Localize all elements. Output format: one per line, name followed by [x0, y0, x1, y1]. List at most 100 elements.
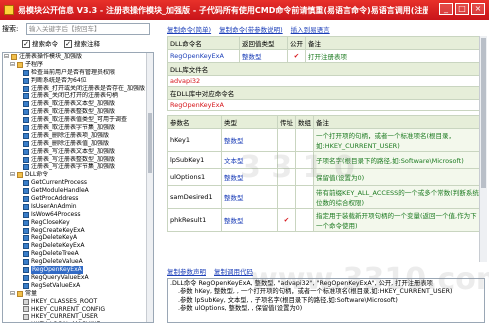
- param-addr-check-icon: [277, 184, 296, 209]
- tree-item-label: IsUserAnAdmin: [31, 202, 77, 210]
- tree-item-label: RegDeleteTreeA: [31, 250, 79, 258]
- tree-scroll-thumb[interactable]: [148, 113, 152, 173]
- search-option-1[interactable]: ✓ 搜索注释: [64, 38, 100, 48]
- tree-item[interactable]: 注册表_取注册表文本型_加强版: [3, 100, 153, 108]
- tree-item[interactable]: ⊟ 常量: [3, 290, 153, 298]
- param-remark: 指定用于装载新开项句柄的一个变量(返回一个值,作为下一个命令使用): [313, 207, 485, 232]
- tree-item[interactable]: HKEY_CURRENT_CONFIG: [3, 306, 153, 314]
- tree-item[interactable]: 注册表_写注册表整数型_加强版: [3, 156, 153, 164]
- function-icon: [23, 101, 29, 108]
- copy-call-code-link[interactable]: 复制调用代码: [214, 266, 253, 276]
- collapse-toggle-icon[interactable]: ⊟: [10, 290, 16, 298]
- tree-item[interactable]: 注册表_取注册表整数型_加强版: [3, 108, 153, 116]
- module-tree[interactable]: ⊟ 注册表操作模块_加强版 ⊟ 子程序 检查当前用户是否有管理员权限 判断系统是否为64位…: [2, 52, 154, 323]
- tree-item-label: RegCloseKey: [31, 218, 70, 226]
- app-icon: [4, 5, 14, 15]
- tree-item[interactable]: GetProcAddress: [3, 195, 153, 203]
- copy-param-decl-link[interactable]: 复制参数声明: [167, 266, 206, 276]
- code-line: .参数 hKey, 整数型, , 一个打开项的句柄，或者一个标准项名(根目录,如…: [170, 288, 453, 296]
- tree-item[interactable]: RegCreateKeyExA: [3, 227, 153, 235]
- tree-item[interactable]: RegCloseKey: [3, 219, 153, 227]
- tree-item[interactable]: 注册表_打开或关闭注册表是否存在_加强版: [3, 85, 153, 93]
- param-array: [295, 167, 314, 186]
- tree-item[interactable]: GetCurrentProcess: [3, 179, 153, 187]
- tree-item-label: RegCreateKeyExA: [31, 226, 85, 234]
- remark-value: 打开注册表项: [305, 49, 485, 63]
- tab-2[interactable]: 插入到易语言: [291, 24, 330, 34]
- function-icon: [23, 85, 29, 92]
- checkbox-icon[interactable]: ✓: [64, 40, 72, 48]
- detail-scroll-thumb[interactable]: [481, 38, 486, 188]
- function-icon: [23, 259, 29, 266]
- tree-item-label: 注册表_写注册表字节集_加强版: [31, 163, 116, 171]
- search-option-label: 搜索命令: [32, 40, 58, 48]
- tree-item[interactable]: RegQueryValueExA: [3, 274, 153, 282]
- constant-icon: [23, 306, 29, 313]
- function-icon: [23, 140, 29, 147]
- tree-item[interactable]: ⊟ 注册表操作模块_加强版: [3, 53, 153, 61]
- checkbox-icon[interactable]: ✓: [22, 40, 30, 48]
- tree-item[interactable]: 检查当前用户是否有管理员权限: [3, 69, 153, 77]
- dll-name-value: RegOpenKeyExA: [167, 49, 240, 63]
- left-panel: 搜索: 输入关键字后【按回车】 ✓ 搜索命令 ✓ 搜索注释 ⊟ 注册表操作模块_加强版 ⊟…: [2, 22, 154, 323]
- tree-item[interactable]: 注册表_写注册表文本型_加强版: [3, 148, 153, 156]
- function-icon: [23, 227, 29, 234]
- tree-item-label: 注册表_取注册表整数型_加强版: [31, 108, 116, 116]
- tab-0[interactable]: 复制命令(简单): [167, 24, 211, 34]
- function-icon: [23, 251, 29, 258]
- tree-item[interactable]: RegSetValueExA: [3, 282, 153, 290]
- tree-item[interactable]: IsUserAnAdmin: [3, 203, 153, 211]
- close-button[interactable]: ×: [471, 3, 485, 15]
- tree-item[interactable]: ⊟ 子程序: [3, 61, 153, 69]
- tree-item[interactable]: 注册表_取注册表值类型_可用于调查: [3, 116, 153, 124]
- tree-item[interactable]: RegOpenKeyExA: [3, 266, 153, 274]
- function-icon: [23, 180, 29, 187]
- tree-item[interactable]: GetModuleHandleA: [3, 187, 153, 195]
- param-table: 参数名 类型 传址 数组 备注 hKey1 整数型 一个打开项的句柄，或者一个标准项…: [167, 114, 485, 232]
- tree-item-label: 注册表操作模块_加强版: [19, 53, 83, 60]
- tree-item-label: GetModuleHandleA: [31, 187, 89, 195]
- tree-item[interactable]: RegDeleteValueA: [3, 258, 153, 266]
- tree-item[interactable]: 注册表_写注册表字节集_加强版: [3, 163, 153, 171]
- maximize-button[interactable]: □: [455, 3, 469, 15]
- tree-item[interactable]: RegDeleteTreeA: [3, 250, 153, 258]
- search-option-0[interactable]: ✓ 搜索命令: [22, 38, 58, 48]
- search-options: ✓ 搜索命令 ✓ 搜索注释: [2, 36, 154, 50]
- tree-item[interactable]: 注册表_删除注册表项_加强版: [3, 132, 153, 140]
- tree-item-label: HKEY_LOCAL_MACHINE: [31, 321, 100, 322]
- lib-label: DLL库文件名: [167, 62, 485, 76]
- collapse-toggle-icon[interactable]: ⊟: [4, 53, 10, 61]
- code-preview[interactable]: .DLL命令 RegOpenKeyExA, 整数型, "advapi32", "…: [167, 278, 485, 323]
- tree-item-label: 检查当前用户是否有管理员权限: [31, 68, 116, 76]
- param-addr-check-icon: ✔: [277, 207, 296, 232]
- tree-item[interactable]: IsWow64Process: [3, 211, 153, 219]
- tree-item[interactable]: HKEY_CURRENT_USER: [3, 313, 153, 321]
- tree-item-label: 判断系统是否为64位: [31, 76, 87, 84]
- collapse-toggle-icon[interactable]: ⊟: [10, 171, 16, 179]
- code-links: 复制参数声明 复制调用代码: [167, 266, 253, 276]
- param-row: ulOptions1 整数型 保留值(设置为0): [167, 167, 485, 186]
- tree-item[interactable]: HKEY_LOCAL_MACHINE: [3, 321, 153, 322]
- tree-item[interactable]: RegDeleteKeyA: [3, 234, 153, 242]
- param-addr-header: 传址: [277, 114, 296, 129]
- folder-icon: [17, 172, 23, 179]
- tree-item[interactable]: 注册表_取注册表字节集_加强版: [3, 124, 153, 132]
- tree-item[interactable]: RegDeleteKeyExA: [3, 242, 153, 250]
- tab-1[interactable]: 复制命令(带参数说明): [219, 24, 283, 34]
- tree-item[interactable]: ⊟ DLL命令: [3, 171, 153, 179]
- tree-item-label: RegDeleteKeyA: [31, 234, 78, 242]
- tree-item-label: IsWow64Process: [31, 210, 81, 218]
- collapse-toggle-icon[interactable]: ⊟: [10, 61, 16, 69]
- minimize-button[interactable]: _: [439, 3, 453, 15]
- param-array: [295, 207, 314, 232]
- tree-item-label: 注册表_删除注册表项_加强版: [31, 131, 110, 139]
- tree-item-label: RegSetValueExA: [31, 281, 81, 289]
- tree-item[interactable]: 判断系统是否为64位: [3, 77, 153, 85]
- tree-item[interactable]: HKEY_CLASSES_ROOT: [3, 298, 153, 306]
- tree-item[interactable]: 注册表_关闭已打开的注册表句柄: [3, 92, 153, 100]
- detail-scrollbar[interactable]: [479, 36, 487, 262]
- tree-scrollbar[interactable]: [146, 53, 153, 322]
- tree-item-label: DLL命令: [25, 171, 49, 179]
- search-input[interactable]: 输入关键字后【按回车】: [26, 23, 150, 35]
- tree-item[interactable]: 注册表_删除注册表值_加强版: [3, 140, 153, 148]
